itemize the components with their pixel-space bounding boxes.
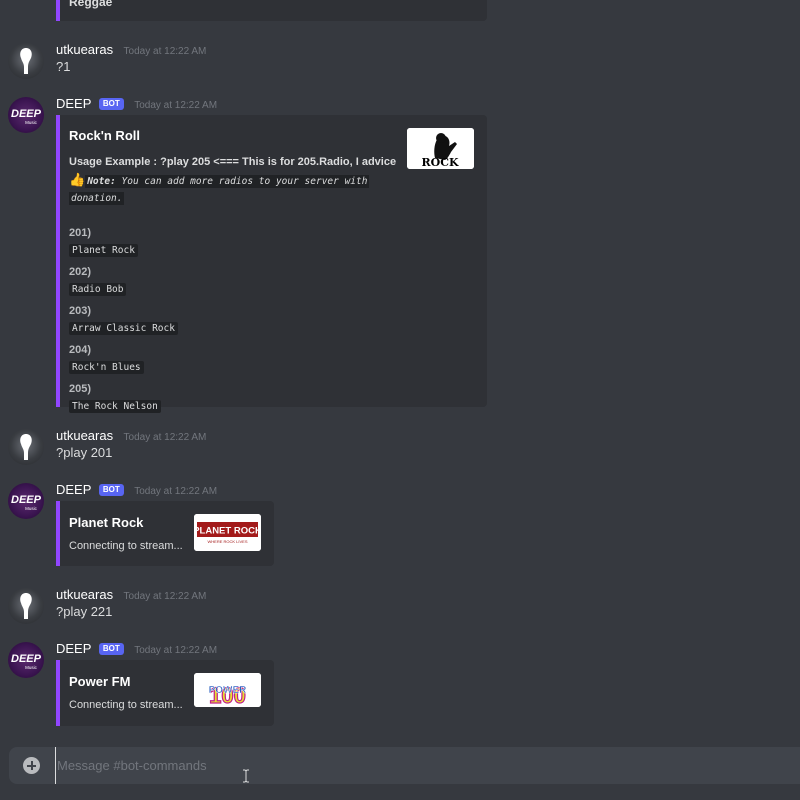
username[interactable]: DEEP bbox=[56, 641, 91, 656]
message-header: DEEP BOT Today at 12:22 AM bbox=[56, 95, 217, 113]
chat-area: Reggae utkuearas Today at 12:22 AM ?1 DE… bbox=[0, 0, 800, 800]
field-value: Arraw Classic Rock bbox=[69, 322, 178, 335]
field-value: Planet Rock bbox=[69, 244, 138, 257]
field-name: 204) bbox=[69, 344, 92, 356]
user-avatar[interactable] bbox=[8, 588, 44, 624]
message-header: utkuearas Today at 12:22 AM bbox=[56, 427, 206, 445]
note-line-1: Note: You can add more radios to your se… bbox=[85, 175, 370, 188]
timestamp: Today at 12:22 AM bbox=[123, 432, 207, 443]
embed-title: Power FM bbox=[69, 674, 131, 689]
user-avatar[interactable] bbox=[8, 43, 44, 79]
bot-avatar[interactable]: DEEP Music bbox=[8, 483, 44, 519]
field-value: The Rock Nelson bbox=[69, 400, 161, 413]
thumb-label: PLANET ROCK bbox=[194, 526, 261, 537]
message-header: DEEP BOT Today at 12:22 AM bbox=[56, 640, 217, 658]
rich-embed: Planet Rock Connecting to stream... PLAN… bbox=[56, 501, 274, 566]
message-input[interactable] bbox=[55, 747, 775, 784]
embed-title: Planet Rock bbox=[69, 515, 144, 530]
bot-avatar-text: DEEP bbox=[11, 108, 42, 120]
embed-title: Rock'n Roll bbox=[69, 128, 140, 143]
message-header: utkuearas Today at 12:22 AM bbox=[56, 41, 206, 59]
embed-thumbnail[interactable]: ROCK bbox=[407, 128, 474, 169]
message-header: DEEP BOT Today at 12:22 AM bbox=[56, 481, 217, 499]
text-cursor-icon bbox=[243, 769, 249, 783]
field-name: 205) bbox=[69, 383, 92, 395]
embed-cutoff: Reggae bbox=[56, 0, 487, 21]
username[interactable]: utkuearas bbox=[56, 42, 113, 57]
usage-text: Usage Example : ?play 205 <=== This is f… bbox=[69, 156, 397, 168]
username[interactable]: utkuearas bbox=[56, 428, 113, 443]
timestamp: Today at 12:22 AM bbox=[123, 46, 207, 57]
bot-tag: BOT bbox=[98, 98, 124, 110]
embed-thumbnail[interactable]: PLANET ROCK WHERE ROCK LIVES bbox=[194, 514, 261, 551]
message-composer bbox=[9, 747, 800, 784]
thumb-label: ROCK bbox=[421, 156, 458, 169]
bot-avatar-text: DEEP bbox=[11, 653, 42, 665]
note-text: You can add more radios to your server w… bbox=[115, 176, 368, 187]
bot-tag: BOT bbox=[98, 484, 124, 496]
bot-avatar[interactable]: DEEP Music bbox=[8, 642, 44, 678]
timestamp: Today at 12:22 AM bbox=[123, 591, 207, 602]
message-content: ?play 221 bbox=[56, 604, 113, 619]
bot-avatar-sub: Music bbox=[25, 506, 38, 511]
timestamp: Today at 12:22 AM bbox=[134, 100, 218, 111]
bot-avatar-sub: Music bbox=[25, 665, 38, 670]
embed-description: Connecting to stream... bbox=[69, 540, 183, 552]
note-prefix: Note: bbox=[87, 176, 116, 187]
timestamp: Today at 12:22 AM bbox=[134, 645, 218, 656]
thumb-label: POWER bbox=[209, 685, 248, 696]
field-value: Rock'n Blues bbox=[69, 361, 144, 374]
rich-embed: Rock'n Roll Usage Example : ?play 205 <=… bbox=[56, 115, 487, 413]
field-value: Radio Bob bbox=[69, 283, 127, 296]
bot-avatar-sub: Music bbox=[25, 120, 38, 125]
embed-cutoff-text: Reggae bbox=[69, 0, 113, 9]
username[interactable]: utkuearas bbox=[56, 587, 113, 602]
thumbs-up-icon: 👍 bbox=[69, 172, 86, 187]
note-line-2: donation. bbox=[69, 192, 125, 205]
embed-thumbnail[interactable]: 100 POWER bbox=[194, 673, 261, 707]
bot-avatar-text: DEEP bbox=[11, 494, 42, 506]
timestamp: Today at 12:22 AM bbox=[134, 486, 218, 497]
field-name: 201) bbox=[69, 227, 92, 239]
rich-embed: Power FM Connecting to stream... 100 POW… bbox=[56, 660, 274, 726]
message-header: utkuearas Today at 12:22 AM bbox=[56, 586, 206, 604]
username[interactable]: DEEP bbox=[56, 482, 91, 497]
message-content: ?play 201 bbox=[56, 445, 113, 460]
thumb-sub: WHERE ROCK LIVES bbox=[207, 539, 247, 544]
bot-tag: BOT bbox=[98, 643, 124, 655]
field-name: 202) bbox=[69, 266, 92, 278]
user-avatar[interactable] bbox=[8, 429, 44, 465]
add-attachment-icon[interactable] bbox=[23, 757, 40, 774]
field-name: 203) bbox=[69, 305, 92, 317]
embed-description: Connecting to stream... bbox=[69, 699, 183, 711]
bot-avatar[interactable]: DEEP Music bbox=[8, 97, 44, 133]
embed-description: Usage Example : ?play 205 <=== This is f… bbox=[69, 154, 399, 207]
message-content: ?1 bbox=[56, 59, 71, 74]
username[interactable]: DEEP bbox=[56, 96, 91, 111]
